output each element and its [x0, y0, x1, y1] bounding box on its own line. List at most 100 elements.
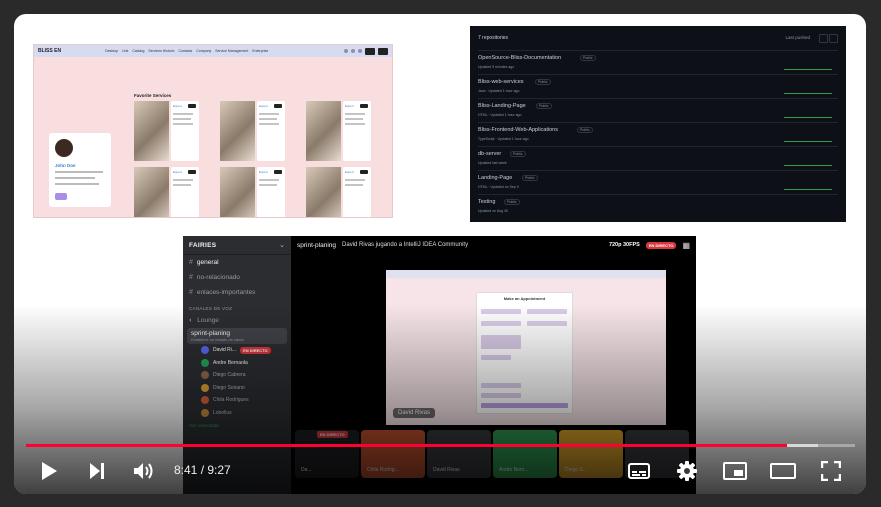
- repo-visibility: Public: [535, 79, 551, 85]
- activity-sparkline: [784, 157, 832, 166]
- site-nav-link: Service Management: [215, 49, 249, 53]
- site-navbar: BLISS EN Desktop Link Catalog Services H…: [34, 45, 392, 57]
- stream-quality: 720p 30FPS: [608, 242, 640, 248]
- site-nav-link: Enterprise: [252, 49, 269, 53]
- repo-name: OpenSource-Bliss-Documentation: [478, 55, 562, 61]
- form-input: [481, 321, 521, 326]
- service-line: [345, 179, 365, 181]
- repo-name: db-server: [478, 151, 502, 157]
- form-title: Make an Appointment: [503, 296, 546, 301]
- service-line: [173, 118, 191, 120]
- service-tag: Expert: [345, 170, 354, 174]
- service-tag: Expert: [173, 170, 182, 174]
- user-icon: [358, 49, 362, 53]
- repo-row: Landing-Page Public HTML · Updated on Se…: [478, 170, 838, 195]
- profile-line: [55, 171, 103, 173]
- service-badge: [188, 170, 196, 174]
- service-card: Expert: [220, 101, 285, 161]
- service-info: Expert: [343, 101, 371, 161]
- form-submit: [481, 403, 568, 408]
- voice-category: CANALES DE VOZ: [189, 306, 233, 311]
- participant-name: Chila Rodrig...: [367, 467, 399, 473]
- service-image: [306, 167, 341, 217]
- profile-card: John Doe: [49, 133, 111, 207]
- fullscreen-icon: [821, 461, 841, 481]
- channel-name: no-relacionado: [196, 274, 240, 281]
- voice-user: Lobellus: [183, 407, 291, 420]
- service-badge: [360, 104, 368, 108]
- service-info: Expert: [257, 167, 285, 217]
- volume-button[interactable]: [130, 458, 158, 484]
- site-button: [378, 47, 388, 55]
- user-name: Diego Soriano: [213, 384, 245, 391]
- header-stream-title: David Rivas jugando a IntelliJ IDEA Comm…: [342, 242, 469, 248]
- avatar: [201, 358, 209, 367]
- site-nav-link: Desktop: [105, 49, 118, 53]
- theater-icon: [770, 463, 796, 479]
- theater-mode-button[interactable]: [769, 458, 797, 484]
- video-frame[interactable]: BLISS EN Desktop Link Catalog Services H…: [14, 14, 866, 494]
- service-line: [259, 123, 279, 125]
- repo-meta: HTML · Updated 1 hour ago: [478, 113, 522, 117]
- repo-visibility: Public: [580, 55, 596, 61]
- service-info: Expert: [171, 167, 199, 217]
- live-badge: EN DIRECTO: [645, 241, 677, 249]
- favorites-title: Favorite Services: [134, 93, 172, 98]
- server-header: FAIRIES ⌄: [183, 236, 291, 255]
- site-nav-link: Services Historic: [148, 49, 175, 53]
- profile-line: [55, 177, 95, 179]
- service-image: [220, 167, 255, 217]
- user-name: Andre Bernaola: [213, 359, 248, 366]
- repo-name: Landing-Page: [478, 175, 513, 181]
- voice-channel-active: sprint-planing Establece un estado de ca…: [187, 328, 287, 344]
- form-input: [481, 393, 521, 398]
- miniplayer-button[interactable]: [721, 458, 749, 484]
- service-line: [259, 113, 279, 115]
- chevron-down-icon: ⌄: [279, 242, 285, 249]
- grid-view-icon: [829, 34, 838, 43]
- repo-count: 7 repositories: [478, 35, 509, 41]
- subtitles-button[interactable]: [626, 458, 652, 484]
- channel-name: general: [196, 259, 219, 266]
- site-nav-link: Contacts: [178, 49, 193, 53]
- service-line: [345, 113, 365, 115]
- service-tag: Expert: [345, 104, 354, 108]
- repo-meta: Updated on Aug 30: [478, 209, 508, 213]
- site-nav-link: Company: [196, 49, 212, 53]
- service-tag: Expert: [259, 104, 268, 108]
- stream-view: sprint-planing David Rivas jugando a Int…: [291, 236, 696, 494]
- cart-icon: [351, 49, 355, 53]
- settings-button[interactable]: [674, 458, 700, 484]
- profile-name: John Doe: [55, 163, 76, 168]
- voice-user: Andre Bernaola: [183, 357, 291, 370]
- form-input: [481, 355, 511, 360]
- repo-meta: TypeScript · Updated 1 hour ago: [478, 137, 529, 141]
- voice-user: Diego Cabrera: [183, 369, 291, 382]
- service-info: Expert: [343, 167, 371, 217]
- avatar: [201, 396, 209, 405]
- service-line: [173, 179, 193, 181]
- repo-row: Testing Public Updated on Aug 30: [478, 194, 838, 219]
- play-button[interactable]: [36, 458, 62, 484]
- service-card: Expert: [220, 167, 285, 217]
- shared-screen: Make an Appointment: [386, 270, 666, 425]
- play-icon: [42, 462, 57, 480]
- activity-sparkline: [784, 85, 832, 94]
- progress-bar[interactable]: [26, 444, 855, 447]
- duration: 9:27: [207, 463, 231, 477]
- channel-name: enlaces-importantes: [196, 289, 256, 296]
- stream-owner-label: David Rivas: [393, 408, 436, 418]
- participant-tile: Andre Bern...: [493, 430, 557, 478]
- repo-meta: Updated last week: [478, 161, 507, 165]
- service-badge: [360, 170, 368, 174]
- next-button[interactable]: [84, 458, 110, 484]
- service-line: [259, 179, 279, 181]
- site-logo: BLISS EN: [38, 48, 62, 54]
- service-line: [345, 123, 365, 125]
- form-input: [527, 321, 567, 326]
- fullscreen-button[interactable]: [817, 458, 845, 484]
- header-channel: sprint-planing: [297, 241, 337, 249]
- repo-name: Bliss-web-services: [478, 79, 524, 85]
- service-image: [134, 167, 169, 217]
- voice-user: Diego Soriano: [183, 382, 291, 395]
